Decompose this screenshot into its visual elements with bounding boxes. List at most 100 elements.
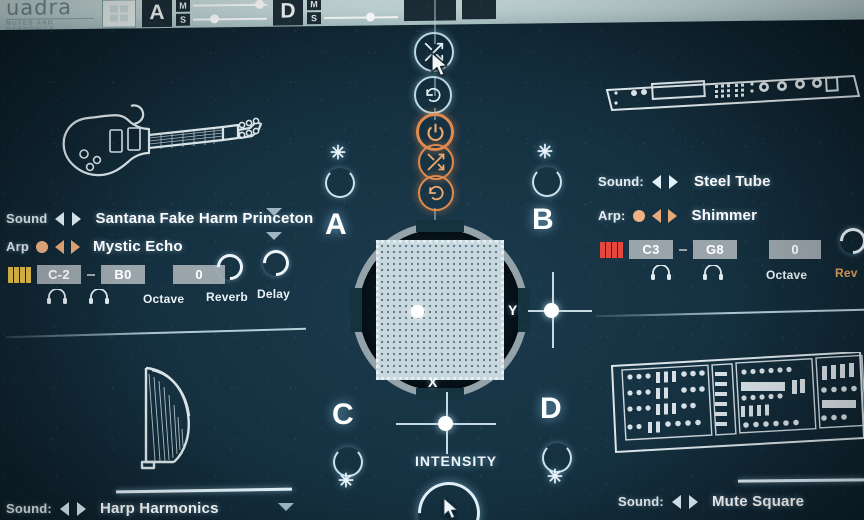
panel-b-sound-next-button[interactable] — [668, 174, 678, 189]
panel-a-arp-prev-button[interactable] — [55, 239, 64, 254]
panel-b-sound-prev-button[interactable] — [651, 174, 661, 189]
bezel-gap-top — [416, 220, 464, 232]
section-b-knob[interactable] — [532, 167, 562, 197]
panel-a-sound-dropdown-icon[interactable] — [266, 208, 282, 216]
harp-icon — [140, 366, 191, 470]
mouse-cursor-secondary — [443, 497, 458, 519]
panel-b-reverb-label: Rev — [835, 266, 858, 280]
panel-b-range-row: C3 G8 0 — [600, 240, 821, 259]
display-panel-2[interactable] — [462, 0, 496, 20]
panel-b-octave-label: Octave — [766, 268, 808, 282]
y-axis-rail[interactable] — [528, 310, 592, 312]
channel-d-controls: M S — [307, 0, 398, 25]
panel-a-sound-next-button[interactable] — [72, 211, 82, 226]
piano-keys-icon[interactable] — [8, 266, 31, 283]
channel-d-solo-row: S — [307, 11, 398, 25]
intensity-label: INTENSITY — [415, 453, 498, 469]
display-panel-1[interactable] — [404, 0, 456, 22]
panel-a-arp-next-button[interactable] — [71, 239, 80, 254]
panel-a-octave-label: Octave — [143, 292, 185, 306]
panel-b-octave-value[interactable]: 0 — [769, 240, 821, 259]
section-letter-c: C — [332, 398, 354, 431]
panel-a-divider — [6, 327, 306, 338]
panel-d-sound-prev-button[interactable] — [671, 494, 681, 509]
mouse-cursor — [431, 52, 448, 77]
solo-button-d[interactable]: S — [307, 12, 321, 25]
channel-letter-d[interactable]: D — [273, 0, 303, 26]
panel-b-arp-next-button[interactable] — [667, 208, 677, 223]
xy-pad-cursor[interactable] — [410, 304, 424, 318]
xy-pad[interactable]: Y X — [350, 220, 530, 400]
panel-b-divider — [596, 308, 864, 317]
channel-letter-a[interactable]: A — [142, 0, 172, 28]
solo-button-a[interactable]: S — [176, 13, 190, 26]
grid-tile-icon — [110, 5, 128, 22]
piano-keys-icon[interactable] — [600, 241, 623, 258]
rack-unit-icon — [605, 74, 861, 112]
panel-a-arp-value[interactable]: Mystic Echo — [93, 238, 183, 255]
undo-icon — [426, 87, 441, 103]
slider-handle[interactable] — [255, 0, 264, 9]
slider-handle[interactable] — [210, 14, 219, 24]
channel-a-mute-row: M — [176, 0, 267, 12]
panel-a-delay-knob[interactable] — [257, 244, 295, 282]
panel-d-sound-value[interactable]: Mute Square — [712, 493, 804, 510]
section-d-asterisk-icon: ✳ — [547, 467, 563, 488]
panel-a-arp-dropdown-icon[interactable] — [266, 232, 282, 240]
panel-c-sound-row: Sound: Harp Harmonics — [6, 500, 219, 517]
panel-b-arp-enable-toggle[interactable] — [632, 209, 645, 222]
range-link — [87, 273, 95, 276]
section-letter-a: A — [325, 208, 347, 241]
panel-b-sound-value[interactable]: Steel Tube — [694, 173, 771, 190]
slider-track — [193, 17, 267, 21]
panel-b-range-low[interactable]: C3 — [629, 240, 673, 259]
panel-b-reverb-knob[interactable] — [834, 222, 864, 260]
section-a-knob[interactable] — [325, 168, 355, 198]
headphone-icon-low[interactable] — [46, 289, 68, 304]
channel-a-solo-row: S — [176, 13, 267, 26]
grid-view-button[interactable] — [102, 0, 136, 28]
section-letter-b: B — [532, 203, 554, 236]
panel-d-sound-label: Sound: — [618, 494, 664, 509]
section-c-asterisk-icon: ✳ — [338, 471, 354, 492]
slider-handle[interactable] — [366, 12, 375, 22]
mute-button-a[interactable]: M — [176, 0, 190, 12]
xy-pad-surface[interactable] — [376, 240, 504, 380]
panel-a-range-high[interactable]: B0 — [101, 265, 145, 284]
headphone-icon-high[interactable] — [88, 289, 110, 304]
channel-d-mute-row: M — [307, 0, 398, 11]
top-toolbar: uadra MUTED AND HARMONICS A M S D M S — [0, 0, 864, 30]
panel-c-sound-next-button[interactable] — [76, 501, 86, 516]
channel-strip-a: A M S — [142, 0, 267, 28]
bezel-gap-left — [350, 288, 362, 332]
headphone-icon-low[interactable] — [650, 265, 672, 280]
solo-slider-d[interactable] — [324, 11, 398, 24]
panel-b-range-high[interactable]: G8 — [693, 240, 737, 259]
panel-a-range-low[interactable]: C-2 — [37, 265, 81, 284]
y-axis-handle[interactable] — [544, 303, 559, 318]
panel-c-sound-value[interactable]: Harp Harmonics — [100, 500, 219, 517]
panel-d-underline — [737, 478, 864, 483]
panel-a-arp-enable-toggle[interactable] — [36, 240, 48, 253]
brand-name: uadra — [6, 0, 73, 20]
headphone-icon-high[interactable] — [702, 265, 724, 280]
panel-a-delay-label: Delay — [257, 287, 291, 301]
panel-a-sound-label: Sound — [6, 211, 48, 226]
undo-button-top[interactable] — [414, 76, 452, 114]
slider-track — [324, 16, 398, 20]
panel-d-sound-next-button[interactable] — [688, 494, 698, 509]
undo-button-bottom[interactable] — [418, 175, 454, 211]
panel-c-sound-dropdown-icon[interactable] — [278, 503, 294, 511]
brand-logo: uadra MUTED AND HARMONICS — [4, 0, 96, 30]
channel-a-controls: M S — [176, 0, 267, 26]
panel-a-sound-prev-button[interactable] — [55, 211, 65, 226]
panel-c-sound-prev-button[interactable] — [59, 501, 69, 516]
x-axis-handle[interactable] — [438, 416, 453, 431]
panel-b-arp-prev-button[interactable] — [651, 208, 661, 223]
range-link — [679, 248, 687, 251]
mute-slider-a[interactable] — [193, 0, 267, 12]
panel-a-reverb-label: Reverb — [206, 290, 248, 304]
solo-slider-a[interactable] — [193, 13, 267, 26]
panel-b-arp-value[interactable]: Shimmer — [692, 207, 758, 224]
mute-button-d[interactable]: M — [307, 0, 321, 11]
